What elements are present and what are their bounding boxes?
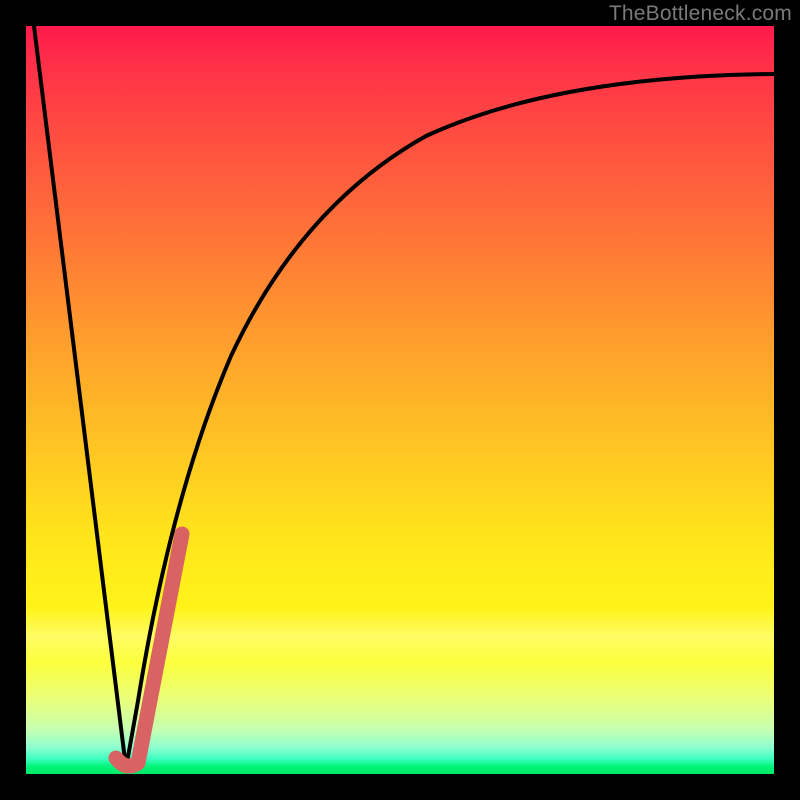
curve-accent-stub [116,534,182,766]
curve-right-log [126,74,774,768]
chart-frame: TheBottleneck.com [0,0,800,800]
watermark-text: TheBottleneck.com [609,2,792,26]
curve-left-descent [34,26,126,768]
curve-layer [26,26,774,774]
plot-area [26,26,774,774]
